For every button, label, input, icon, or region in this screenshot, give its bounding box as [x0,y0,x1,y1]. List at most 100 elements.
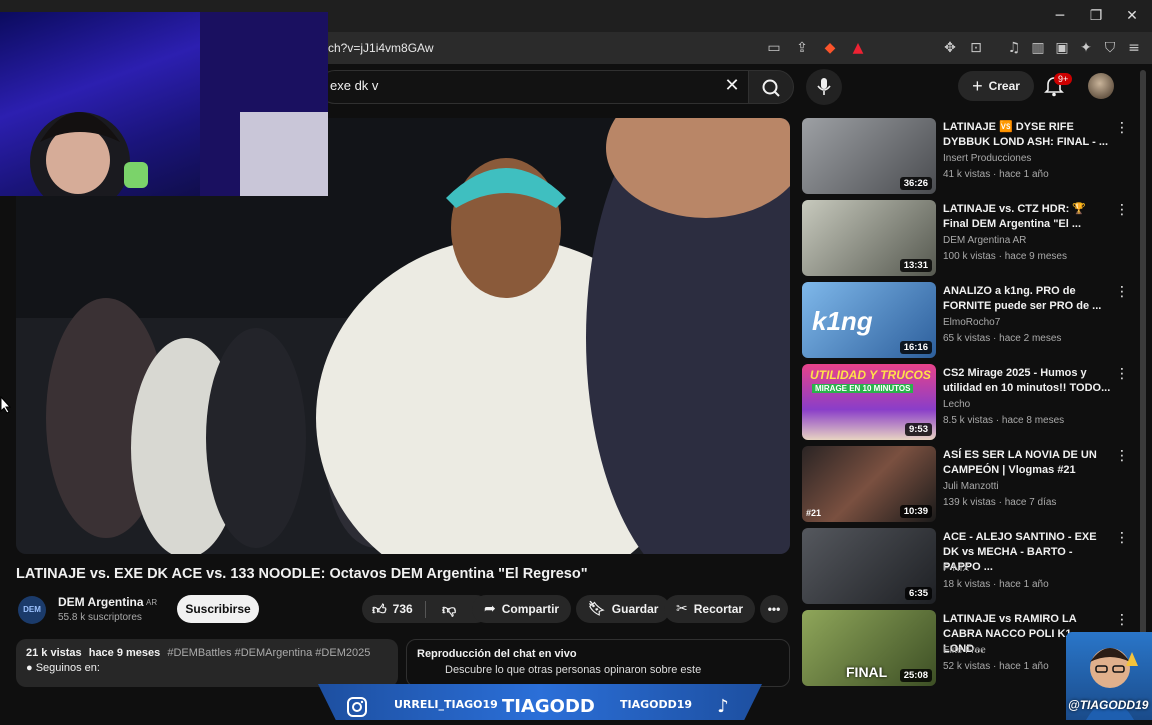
maximize-icon[interactable]: ❐ [1084,6,1108,26]
recommendation-channel[interactable]: F-NIX [943,563,969,574]
description-box[interactable]: 21 k vistas hace 9 meses #DEMBattles #DE… [16,639,398,687]
more-actions-button[interactable]: ••• [760,595,788,623]
clip-label: Recortar [693,602,744,616]
recommendation-item[interactable]: 13:31 LATINAJE vs. CTZ HDR: 🏆 Final DEM … [802,200,1138,278]
recommendation-meta: 8.5 k vistas · hace 8 meses [943,415,1065,426]
brave-rewards-icon[interactable]: ▲ [848,38,868,58]
search-query: exe dk v [330,78,379,93]
share-page-icon[interactable]: ⇪ [792,38,812,58]
kebab-menu-icon[interactable]: ⋮ [1114,120,1130,136]
like-button[interactable]: 👍︎ 736 [362,600,426,618]
upload-age: hace 9 meses [88,647,161,659]
recommendation-channel[interactable]: ElmoRocho7 [943,317,1000,328]
search-input[interactable] [318,70,748,104]
kebab-menu-icon[interactable]: ⋮ [1114,202,1130,218]
kebab-menu-icon[interactable]: ⋮ [1114,530,1130,546]
channel-subscribers: 55.8 k suscriptores [58,612,142,623]
scrollbar[interactable] [1140,70,1146,670]
recommendation-channel[interactable]: DEM Argentina AR [943,235,1026,246]
instagram-icon [346,696,368,718]
vpn-icon[interactable]: ⛉ [1100,38,1120,58]
tiktok-handle: TIAGODD19 [620,698,693,711]
save-button[interactable]: 🔖︎ Guardar [576,595,671,623]
brave-shield-icon[interactable]: ◆ [820,38,840,58]
recommendation-meta: 52 k vistas · hace 1 año [943,661,1049,672]
recommendation-meta: 18 k vistas · hace 1 año [943,579,1049,590]
clip-button[interactable]: ✂ Recortar [664,595,756,623]
view-count: 21 k vistas [26,647,82,659]
tiktok-icon: ♪ [717,696,729,717]
recommendation-thumbnail[interactable]: FINAL 25:08 [802,610,936,686]
recommendation-title[interactable]: CS2 Mirage 2025 - Humos y utilidad en 10… [943,366,1111,396]
recommendation-title[interactable]: LATINAJE vs. CTZ HDR: 🏆 Final DEM Argent… [943,202,1111,232]
chat-subtitle: Descubre lo que otras personas opinaron … [445,664,702,676]
recommendation-item[interactable]: #21 10:39 ASÍ ES SER LA NOVIA DE UN CAMP… [802,446,1138,524]
recommendation-thumbnail[interactable]: #21 10:39 [802,446,936,522]
recommendation-age: hace 7 días [1004,497,1057,508]
recommendation-age: hace 2 meses [999,333,1062,344]
address-bar[interactable]: ch?v=jJ1i4vm8GAw [320,36,740,60]
account-avatar[interactable] [1088,73,1114,99]
recommendation-meta: 100 k vistas · hace 9 meses [943,251,1067,262]
close-window-icon[interactable]: ✕ [1120,6,1144,26]
voice-search-button[interactable] [806,69,842,105]
video-duration: 16:16 [899,341,932,354]
search-button[interactable] [748,70,794,104]
recommendation-channel[interactable]: Juli Manzotti [943,481,999,492]
recommendation-age: hace 1 año [999,661,1049,672]
kebab-menu-icon[interactable]: ⋮ [1114,448,1130,464]
recommendation-title[interactable]: LATINAJE 🆚 DYSE RIFE DYBBUK LOND ASH: FI… [943,120,1111,150]
dislike-button[interactable]: 👎︎ [432,601,456,618]
plus-icon: + [972,75,983,96]
kebab-menu-icon[interactable]: ⋮ [1114,284,1130,300]
kebab-menu-icon[interactable]: ⋮ [1114,366,1130,382]
recommendation-thumbnail[interactable]: 36:26 [802,118,936,194]
screenshot-icon[interactable]: ⊡ [966,38,986,58]
recommendation-item[interactable]: 36:26 LATINAJE 🆚 DYSE RIFE DYBBUK LOND A… [802,118,1138,196]
recommendation-age: hace 1 año [999,169,1049,180]
chat-replay-box[interactable]: Reproducción del chat en vivo Descubre l… [406,639,790,687]
channel-avatar[interactable]: DEM [18,596,46,624]
recommendation-thumbnail[interactable]: 6:35 [802,528,936,604]
sidebar-icon[interactable]: ▥ [1028,38,1048,58]
thumbnail-text: #21 [806,508,822,518]
recommendation-item[interactable]: 6:35 ACE - ALEJO SANTINO - EXE DK vs MEC… [802,528,1138,606]
hashtags[interactable]: #DEMBattles #DEMArgentina #DEM2025 [167,647,370,659]
menu-icon[interactable]: ≡ [1124,38,1144,58]
music-icon[interactable]: ♫ [1004,38,1024,58]
channel-name[interactable]: DEM Argentina [58,595,144,609]
thumbnail-text: UTILIDAD Y TRUCOS [810,368,931,382]
recommendation-age: hace 1 año [999,579,1049,590]
recommendation-meta: 139 k vistas · hace 7 días [943,497,1057,508]
video-duration: 36:26 [899,177,932,190]
cast-icon[interactable]: ▭ [764,38,784,58]
recommendation-thumbnail[interactable]: k1ng 16:16 [802,282,936,358]
recommendation-channel[interactable]: Lecho [943,399,970,410]
thumbnail-text: FINAL [846,664,888,680]
notifications-badge: 9+ [1054,73,1073,85]
leo-ai-icon[interactable]: ✦ [1076,38,1096,58]
recommendation-channel[interactable]: Elite Free [943,645,986,656]
recommendation-thumbnail[interactable]: 13:31 [802,200,936,276]
recommendation-channel[interactable]: Insert Producciones [943,153,1031,164]
instagram-handle: URRELI_TIAGO19 [394,698,498,711]
recommendation-age: hace 8 meses [1001,415,1065,426]
recommendation-title[interactable]: ANALIZO a k1ng. PRO de FORNITE puede ser… [943,284,1111,314]
recommendation-title[interactable]: ASÍ ES SER LA NOVIA DE UN CAMPEÓN | Vlog… [943,448,1111,478]
create-button[interactable]: + Crear [958,71,1034,101]
description-first-line: ● Seguinos en: [26,662,100,674]
recommendation-item[interactable]: k1ng 16:16 ANALIZO a k1ng. PRO de FORNIT… [802,282,1138,360]
recommendation-views: 8.5 k vistas [943,415,994,426]
kebab-menu-icon[interactable]: ⋮ [1114,612,1130,628]
extensions-icon[interactable]: ✥ [940,38,960,58]
clear-search-icon[interactable]: ✕ [720,74,744,98]
recommendation-item[interactable]: UTILIDAD Y TRUCOS MIRAGE EN 10 MINUTOS 9… [802,364,1138,442]
recommendation-views: 65 k vistas [943,333,991,344]
recommendation-thumbnail[interactable]: UTILIDAD Y TRUCOS MIRAGE EN 10 MINUTOS 9… [802,364,936,440]
video-title: LATINAJE vs. EXE DK ACE vs. 133 NOODLE: … [16,566,588,582]
minimize-icon[interactable]: ─ [1048,6,1072,26]
subscribe-button[interactable]: Suscribirse [177,595,259,623]
share-button[interactable]: ➦ Compartir [472,595,572,623]
wallet-icon[interactable]: ▣ [1052,38,1072,58]
mouse-cursor-icon [0,396,12,414]
